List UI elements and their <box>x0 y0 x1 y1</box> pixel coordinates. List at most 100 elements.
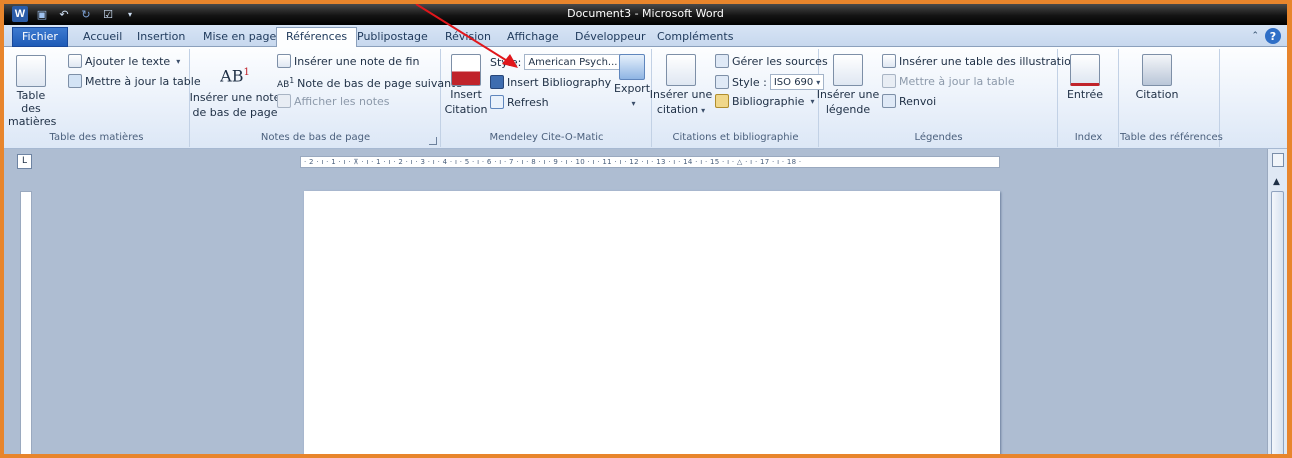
refresh-icon <box>490 95 504 109</box>
scroll-up-icon[interactable]: ▲ <box>1273 177 1280 187</box>
group-label-mendeley: Mendeley Cite-O-Matic <box>489 132 604 143</box>
group-label-footnotes: Notes de bas de page <box>260 132 371 143</box>
update-table-icon <box>68 74 82 88</box>
mendeley-refresh-button[interactable]: Refresh <box>490 95 549 109</box>
manage-sources-button[interactable]: Gérer les sources <box>715 54 828 68</box>
tab-references[interactable]: Références <box>276 27 358 47</box>
insert-citation-label-2: citation <box>656 103 699 116</box>
mendeley-insert-citation-button[interactable]: Insert Citation <box>444 54 488 116</box>
insert-citation-button[interactable]: Insérer une citation ▾ <box>650 54 712 117</box>
group-index: Entrée Index <box>1059 49 1119 147</box>
next-footnote-icon: AB1 <box>277 76 295 90</box>
tab-complements[interactable]: Compléments <box>648 28 742 47</box>
mendeley-citation-icon <box>451 54 481 86</box>
insert-bibliography-button[interactable]: Insert Bibliography <box>490 75 611 89</box>
tab-selector-button[interactable]: L <box>17 154 32 169</box>
insert-caption-label-1: Insérer une <box>816 88 880 101</box>
update-toc-label: Mettre à jour la table <box>85 74 201 88</box>
tab-insertion[interactable]: Insertion <box>128 28 194 47</box>
manage-sources-label: Gérer les sources <box>732 54 828 68</box>
insert-footnote-button[interactable]: AB1 Insérer une note de bas de page <box>190 57 281 119</box>
tab-mise-en-page[interactable]: Mise en page <box>194 28 285 47</box>
manage-sources-icon <box>715 54 729 68</box>
group-table-of-contents: Table des matières Ajouter le texte ▾ Met… <box>4 49 201 147</box>
insert-caption-icon <box>833 54 863 86</box>
document-workspace: L · 2 · ı · 1 · ı · ⊼ · ı · 1 · ı · 2 · … <box>4 149 1287 454</box>
help-area: ⌃ ? <box>1251 28 1281 44</box>
table-of-contents-label: Table des matières <box>8 89 57 128</box>
cross-reference-label: Renvoi <box>899 94 937 108</box>
update-toc-button[interactable]: Mettre à jour la table <box>68 74 201 88</box>
mark-citation-icon <box>1142 54 1172 86</box>
show-notes-button[interactable]: Afficher les notes <box>277 94 390 108</box>
ribbon-tabs: Fichier Accueil Insertion Mise en page R… <box>4 25 1287 47</box>
mark-entry-label: Entrée <box>1066 88 1104 101</box>
insert-caption-label-2: légende <box>825 103 871 116</box>
insert-footnote-label-1: Insérer une note <box>189 91 281 104</box>
next-footnote-label: Note de bas de page suivante <box>297 76 463 90</box>
insert-footnote-label-2: de bas de page <box>192 106 278 119</box>
group-table-of-authorities: Citation Table des références <box>1120 49 1223 147</box>
add-text-label: Ajouter le texte <box>85 54 171 68</box>
insert-citation-label-2-wrap: citation ▾ <box>656 103 706 116</box>
split-view-icon[interactable] <box>1272 153 1284 167</box>
export-label: Export <box>614 82 651 95</box>
citation-style-selector[interactable]: Style : ISO 690 ▾ <box>715 74 825 90</box>
tab-revision[interactable]: Révision <box>436 28 500 47</box>
mendeley-style-selector[interactable]: Style: American Psych...▾ <box>490 54 629 70</box>
update-figures-icon <box>882 74 896 88</box>
title-bar: W ▣ ↶ ↻ ☑ ▾ Document3 - Microsoft Word <box>4 4 1287 25</box>
mark-entry-button[interactable]: Entrée <box>1065 54 1105 101</box>
endnote-icon <box>277 54 291 68</box>
insert-endnote-button[interactable]: Insérer une note de fin <box>277 54 419 68</box>
footnotes-dialog-launcher-icon[interactable] <box>429 137 437 145</box>
scroll-thumb[interactable] <box>1271 191 1284 454</box>
insert-citation-icon <box>666 54 696 86</box>
bibliography-button[interactable]: Bibliographie ▾ <box>715 94 814 108</box>
group-label-toc: Table des matières <box>49 132 144 143</box>
group-label-captions: Légendes <box>914 132 963 143</box>
mendeley-style-combo[interactable]: American Psych...▾ <box>524 54 629 70</box>
tab-fichier[interactable]: Fichier <box>12 27 68 47</box>
mendeley-style-value: American Psych... <box>528 56 618 68</box>
help-icon[interactable]: ? <box>1265 28 1281 44</box>
group-captions: Insérer une légende Insérer une table de… <box>817 49 1084 147</box>
mendeley-style-label: Style: <box>490 55 522 69</box>
vertical-scrollbar[interactable]: ▲ <box>1267 149 1287 454</box>
bibliography-label: Bibliographie <box>732 94 805 108</box>
horizontal-ruler[interactable]: · 2 · ı · 1 · ı · ⊼ · ı · 1 · ı · 2 · ı … <box>300 156 1000 168</box>
ribbon: Table des matières Ajouter le texte ▾ Met… <box>4 47 1287 149</box>
tab-publipostage[interactable]: Publipostage <box>348 28 437 47</box>
group-label-citations: Citations et bibliographie <box>672 132 799 143</box>
table-of-contents-button[interactable]: Table des matières <box>8 55 57 128</box>
mendeley-export-button[interactable]: Export ▾ <box>614 54 650 110</box>
update-figures-table-button[interactable]: Mettre à jour la table <box>882 74 1015 88</box>
mendeley-insert-label-2: Citation <box>444 103 488 116</box>
insert-table-figures-label: Insérer une table des illustrations <box>899 54 1084 68</box>
insert-citation-label-1: Insérer une <box>649 88 713 101</box>
vertical-ruler[interactable] <box>20 191 32 454</box>
document-page[interactable] <box>304 191 1000 454</box>
export-icon <box>619 54 645 80</box>
tab-accueil[interactable]: Accueil <box>74 28 131 47</box>
tab-affichage[interactable]: Affichage <box>498 28 568 47</box>
window-title: Document3 - Microsoft Word <box>567 7 724 20</box>
mark-citation-button[interactable]: Citation <box>1132 54 1182 101</box>
show-notes-label: Afficher les notes <box>294 94 390 108</box>
citation-style-label: Style : <box>732 75 767 89</box>
table-of-contents-icon <box>16 55 46 87</box>
insert-caption-button[interactable]: Insérer une légende <box>817 54 879 116</box>
show-notes-icon <box>277 94 291 108</box>
screenshot-frame: W ▣ ↶ ↻ ☑ ▾ Document3 - Microsoft Word F… <box>0 0 1292 458</box>
add-text-button[interactable]: Ajouter le texte ▾ <box>68 54 180 68</box>
minimize-ribbon-icon[interactable]: ⌃ <box>1251 31 1259 41</box>
insert-table-figures-button[interactable]: Insérer une table des illustrations <box>882 54 1084 68</box>
bibliography-book-icon <box>490 75 504 89</box>
refresh-label: Refresh <box>507 95 549 109</box>
tab-developpeur[interactable]: Développeur <box>566 28 655 47</box>
cross-reference-button[interactable]: Renvoi <box>882 94 936 108</box>
mendeley-insert-label-1: Insert <box>450 88 482 101</box>
style-icon <box>715 75 729 89</box>
group-mendeley: Insert Citation Style: American Psych...… <box>442 49 652 147</box>
citation-style-value: ISO 690 <box>773 76 814 88</box>
